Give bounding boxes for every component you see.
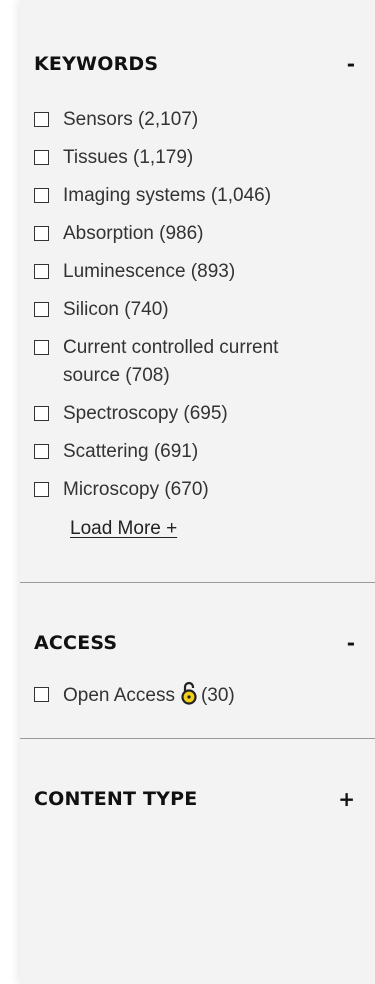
load-more-row: Load More + [34,518,375,570]
keyword-item-sensors[interactable]: Sensors (2,107) [34,106,375,134]
keywords-list: Sensors (2,107) Tissues (1,179) Imaging … [34,106,375,504]
checkbox[interactable] [34,188,49,203]
keywords-collapse-toggle[interactable]: - [347,52,355,76]
keywords-header[interactable]: KEYWORDS - [34,52,375,76]
checkbox[interactable] [34,264,49,279]
keyword-label: Imaging systems (1,046) [63,185,272,206]
access-title: ACCESS [34,632,118,654]
open-lock-icon [181,681,197,714]
keyword-item-absorption[interactable]: Absorption (986) [34,220,375,248]
keyword-item-current-controlled-current-source[interactable]: Current controlled current source (708) [34,334,375,390]
checkbox[interactable] [34,406,49,421]
keyword-label: Absorption (986) [63,223,204,244]
keyword-label: Sensors (2,107) [63,109,199,130]
checkbox[interactable] [34,302,49,317]
keyword-item-tissues[interactable]: Tissues (1,179) [34,144,375,172]
keyword-item-silicon[interactable]: Silicon (740) [34,296,375,324]
keyword-item-luminescence[interactable]: Luminescence (893) [34,258,375,286]
filter-panel: KEYWORDS - Sensors (2,107) Tissues (1,17… [20,0,375,984]
keyword-label: Silicon (740) [63,299,169,320]
content-type-header[interactable]: CONTENT TYPE + [34,787,375,811]
access-section: ACCESS - Open Access (30) [20,583,375,714]
access-label-group: Open Access (30) [63,681,303,714]
content-type-expand-toggle[interactable]: + [338,787,355,811]
keyword-label: Current controlled current source (708) [63,337,279,386]
access-count: (30) [200,685,235,706]
keyword-item-microscopy[interactable]: Microscopy (670) [34,476,375,504]
keyword-label: Scattering (691) [63,441,199,462]
access-list: Open Access (30) [34,681,375,714]
load-more-link[interactable]: Load More + [70,518,177,540]
access-item-open-access[interactable]: Open Access (30) [34,681,375,714]
access-collapse-toggle[interactable]: - [347,631,355,655]
content-type-section: CONTENT TYPE + [20,739,375,811]
keyword-item-spectroscopy[interactable]: Spectroscopy (695) [34,400,375,428]
keyword-label: Spectroscopy (695) [63,403,228,424]
checkbox[interactable] [34,687,49,702]
keyword-label: Microscopy (670) [63,479,209,500]
access-label: Open Access [63,685,175,706]
checkbox[interactable] [34,340,49,355]
access-header[interactable]: ACCESS - [34,631,375,655]
checkbox[interactable] [34,444,49,459]
keyword-label: Tissues (1,179) [63,147,194,168]
keyword-item-scattering[interactable]: Scattering (691) [34,438,375,466]
keywords-section: KEYWORDS - Sensors (2,107) Tissues (1,17… [20,0,375,570]
checkbox[interactable] [34,482,49,497]
keyword-label: Luminescence (893) [63,261,236,282]
checkbox[interactable] [34,150,49,165]
checkbox[interactable] [34,226,49,241]
checkbox[interactable] [34,112,49,127]
content-type-title: CONTENT TYPE [34,788,198,810]
keyword-item-imaging-systems[interactable]: Imaging systems (1,046) [34,182,375,210]
keywords-title: KEYWORDS [34,53,159,75]
